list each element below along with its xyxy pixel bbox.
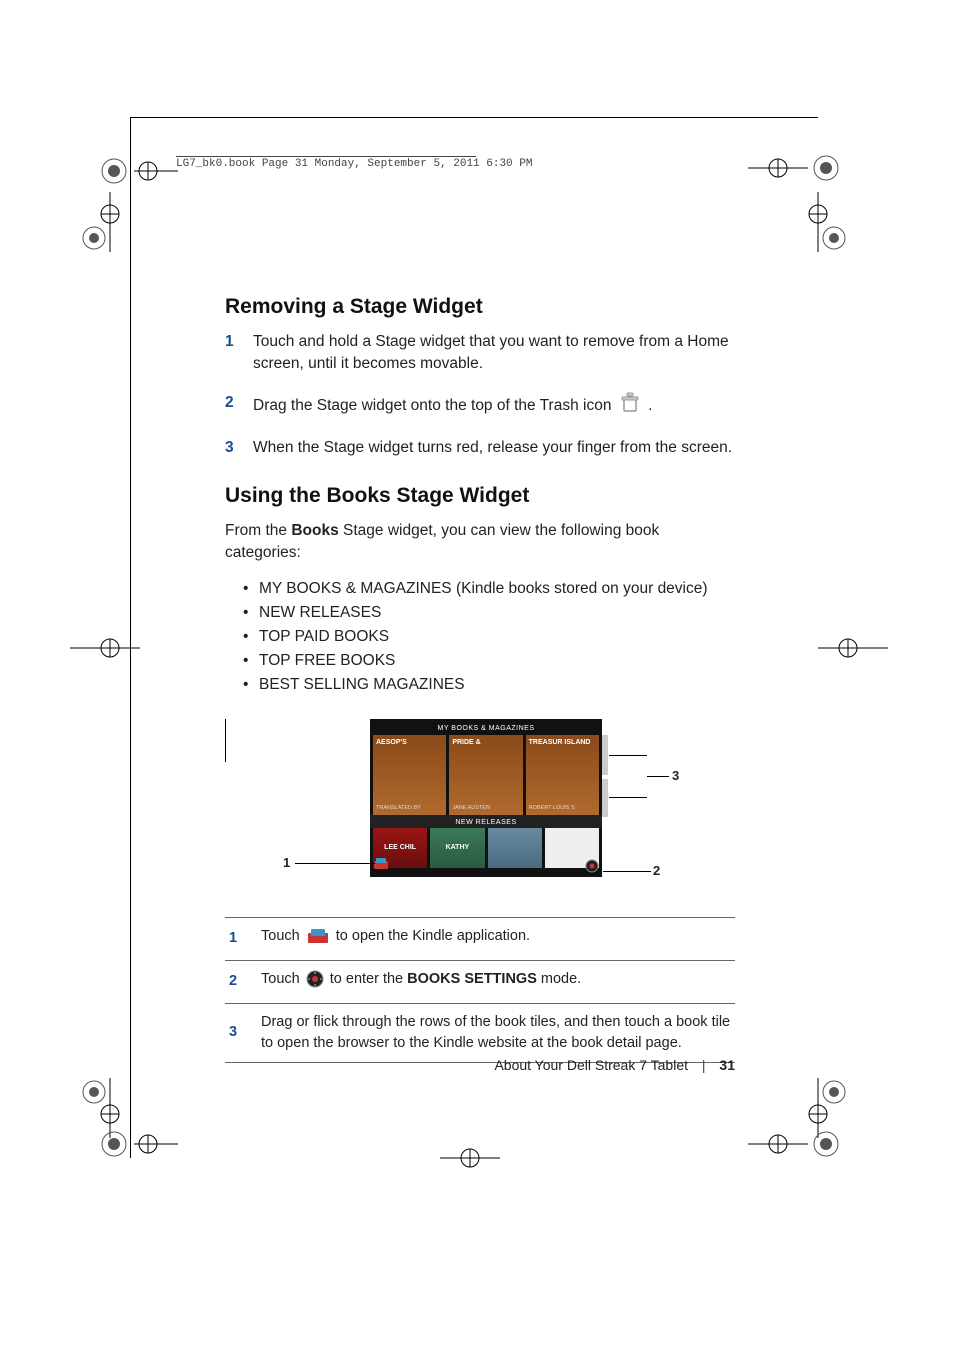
- heading-using-books-widget: Using the Books Stage Widget: [225, 484, 735, 508]
- callout-line: [603, 871, 651, 872]
- list-item: NEW RELEASES: [259, 601, 735, 625]
- kindle-icon: [306, 927, 330, 952]
- book-tile: TREASUR ISLAND ROBERT LOUIS S: [526, 735, 599, 815]
- page-footer: About Your Dell Streak 7 Tablet | 31: [225, 1057, 735, 1073]
- step-number: 2: [225, 392, 253, 421]
- scrollbar-segment: [602, 735, 608, 775]
- print-header: LG7_bk0.book Page 31 Monday, September 5…: [176, 158, 532, 170]
- callout-line: [647, 776, 669, 777]
- table-row: 2 Touch to enter the BOOKS SETTINGS mode…: [225, 960, 735, 1003]
- list-item: TOP PAID BOOKS: [259, 625, 735, 649]
- book-tile: AESOP'S TRANSLATED BY: [373, 735, 446, 815]
- step-3: 3 When the Stage widget turns red, relea…: [225, 437, 735, 459]
- list-item: BEST SELLING MAGAZINES: [259, 673, 735, 697]
- callout-number-2: 2: [653, 863, 660, 878]
- ref-text: Touch to open the Kindle application.: [257, 917, 735, 960]
- step-text: When the Stage widget turns red, release…: [253, 437, 735, 459]
- footer-separator: |: [702, 1057, 706, 1073]
- crop-rule: [130, 117, 818, 118]
- ref-text: Touch to enter the BOOKS SETTINGS mode.: [257, 960, 735, 1003]
- crop-mark-icon: [748, 1118, 868, 1178]
- settings-icon: [306, 970, 324, 995]
- step-text: Touch and hold a Stage widget that you w…: [253, 331, 735, 376]
- reference-table: 1 Touch to open the Kindle application. …: [225, 917, 735, 1063]
- ref-number: 3: [225, 1003, 257, 1062]
- callout-line: [609, 797, 647, 798]
- crop-mark-icon: [98, 1118, 178, 1178]
- book-categories-list: MY BOOKS & MAGAZINES (Kindle books store…: [225, 577, 735, 697]
- ref-text: Drag or flick through the rows of the bo…: [257, 1003, 735, 1062]
- page-number: 31: [719, 1057, 735, 1073]
- books-intro: From the Books Stage widget, you can vie…: [225, 520, 735, 565]
- crop-mark-icon: [70, 618, 150, 678]
- settings-icon: [585, 859, 599, 873]
- crop-mark-icon: [778, 192, 858, 272]
- list-item: TOP FREE BOOKS: [259, 649, 735, 673]
- book-tile: [488, 828, 542, 868]
- callout-line: [295, 863, 375, 864]
- crop-mark-icon: [808, 618, 888, 678]
- ref-number: 2: [225, 960, 257, 1003]
- table-row: 3 Drag or flick through the rows of the …: [225, 1003, 735, 1062]
- crop-mark-icon: [430, 1128, 510, 1188]
- removing-steps-list: 1 Touch and hold a Stage widget that you…: [225, 331, 735, 460]
- book-tile: PRIDE & JANE AUSTEN: [449, 735, 522, 815]
- footer-chapter: About Your Dell Streak 7 Tablet: [494, 1057, 688, 1073]
- table-row: 1 Touch to open the Kindle application.: [225, 917, 735, 960]
- book-tile: KATHY: [430, 828, 484, 868]
- crop-mark-icon: [70, 192, 150, 272]
- widget-header-my-books: MY BOOKS & MAGAZINES: [370, 719, 602, 735]
- scrollbar-segment: [602, 779, 608, 817]
- ref-number: 1: [225, 917, 257, 960]
- callout-number-3: 3: [672, 768, 679, 783]
- print-header-rule: [176, 156, 476, 157]
- step-text: Drag the Stage widget onto the top of th…: [253, 392, 735, 421]
- widget-header-new-releases: NEW RELEASES: [370, 815, 602, 828]
- step-number: 1: [225, 331, 253, 376]
- kindle-icon: [373, 857, 389, 871]
- books-widget: MY BOOKS & MAGAZINES AESOP'S TRANSLATED …: [370, 719, 602, 877]
- books-widget-figure: MY BOOKS & MAGAZINES AESOP'S TRANSLATED …: [225, 719, 745, 889]
- callout-line: [609, 755, 647, 756]
- step-number: 3: [225, 437, 253, 459]
- step-2: 2 Drag the Stage widget onto the top of …: [225, 392, 735, 421]
- list-item: MY BOOKS & MAGAZINES (Kindle books store…: [259, 577, 735, 601]
- callout-number-1: 1: [283, 855, 290, 870]
- widget-row-new-releases: LEE CHIL KATHY: [370, 828, 602, 871]
- step-1: 1 Touch and hold a Stage widget that you…: [225, 331, 735, 376]
- heading-removing-stage-widget: Removing a Stage Widget: [225, 295, 735, 319]
- trash-icon: [619, 392, 641, 421]
- crop-rule: [130, 118, 131, 1158]
- widget-row-my-books: AESOP'S TRANSLATED BY PRIDE & JANE AUSTE…: [370, 735, 602, 815]
- callout-line: [225, 719, 226, 762]
